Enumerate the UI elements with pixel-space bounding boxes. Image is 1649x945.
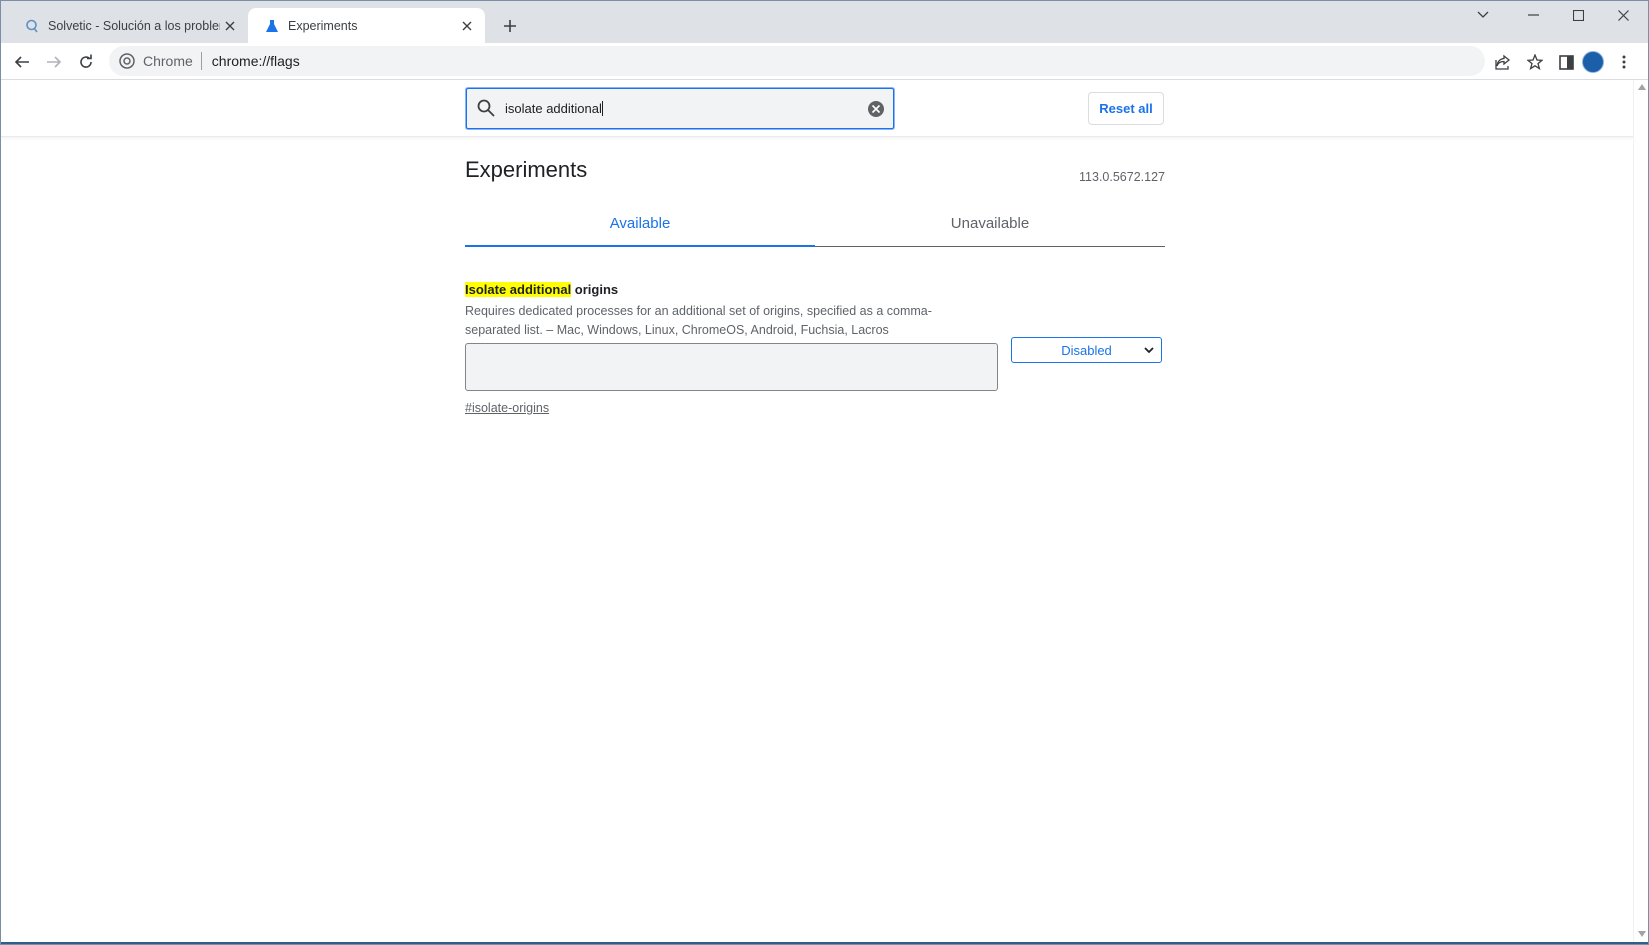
chrome-logo-icon xyxy=(119,53,135,69)
flag-description: Requires dedicated processes for an addi… xyxy=(465,304,932,337)
flag-name-highlight: Isolate additional xyxy=(465,282,572,297)
browser-tab-experiments[interactable]: Experiments xyxy=(248,8,485,43)
reset-all-button[interactable]: Reset all xyxy=(1088,92,1164,125)
tab-title: Experiments xyxy=(288,18,358,33)
close-tab-icon[interactable] xyxy=(457,16,477,36)
side-panel-icon[interactable] xyxy=(1555,51,1577,73)
flags-tabs: Available Unavailable xyxy=(465,200,1165,247)
search-input[interactable]: isolate additional xyxy=(465,87,895,130)
bookmark-star-icon[interactable] xyxy=(1524,51,1546,73)
page-title: Experiments xyxy=(465,157,588,182)
maximize-icon[interactable] xyxy=(1555,0,1601,30)
clear-search-icon[interactable] xyxy=(867,100,885,118)
close-tab-icon[interactable] xyxy=(220,16,240,36)
flag-select-value: Disabled xyxy=(1061,342,1112,358)
scroll-down-arrow-icon[interactable] xyxy=(1638,931,1646,937)
new-tab-button[interactable] xyxy=(498,14,522,38)
browser-toolbar: Chrome chrome://flags xyxy=(0,43,1649,80)
window-border xyxy=(0,0,1649,945)
flags-header: isolate additional Reset all xyxy=(0,80,1633,137)
flag-state-select[interactable]: Disabled xyxy=(1011,337,1162,363)
back-arrow-icon[interactable] xyxy=(8,48,36,76)
forward-arrow-icon[interactable] xyxy=(40,48,68,76)
scheme-label: Chrome xyxy=(143,52,202,70)
origins-list-textarea[interactable] xyxy=(465,343,998,391)
tab-search-chevron-icon[interactable] xyxy=(1460,0,1506,30)
profile-avatar[interactable] xyxy=(1582,51,1604,73)
address-bar[interactable]: Chrome chrome://flags xyxy=(109,46,1485,76)
flag-name: Isolate additional origins xyxy=(465,282,1165,297)
flag-entry: Isolate additional origins Requires dedi… xyxy=(465,282,1165,415)
url-text: chrome://flags xyxy=(211,53,300,69)
tab-strip: Solvetic - Solución a los problem Experi… xyxy=(0,0,1649,43)
version-label: 113.0.5672.127 xyxy=(1079,170,1165,184)
page-scrollbar[interactable] xyxy=(1633,80,1649,943)
flag-permalink[interactable]: #isolate-origins xyxy=(465,401,549,415)
tab-available[interactable]: Available xyxy=(465,200,815,247)
scroll-up-arrow-icon[interactable] xyxy=(1638,84,1646,90)
share-icon[interactable] xyxy=(1492,51,1514,73)
tab-title: Solvetic - Solución a los problem xyxy=(48,18,220,33)
search-icon xyxy=(477,99,497,119)
flask-icon xyxy=(264,18,280,34)
more-menu-icon[interactable] xyxy=(1613,51,1635,73)
reload-icon[interactable] xyxy=(72,48,100,76)
tab-unavailable[interactable]: Unavailable xyxy=(815,200,1165,246)
minimize-icon[interactable] xyxy=(1510,0,1556,30)
browser-tab-solvetic[interactable]: Solvetic - Solución a los problem xyxy=(8,8,248,43)
flag-name-rest: origins xyxy=(571,282,619,297)
search-value: isolate additional xyxy=(505,101,603,116)
chevron-down-icon xyxy=(1143,344,1155,356)
solvetic-favicon-icon xyxy=(24,18,40,34)
close-window-icon[interactable] xyxy=(1600,0,1646,30)
